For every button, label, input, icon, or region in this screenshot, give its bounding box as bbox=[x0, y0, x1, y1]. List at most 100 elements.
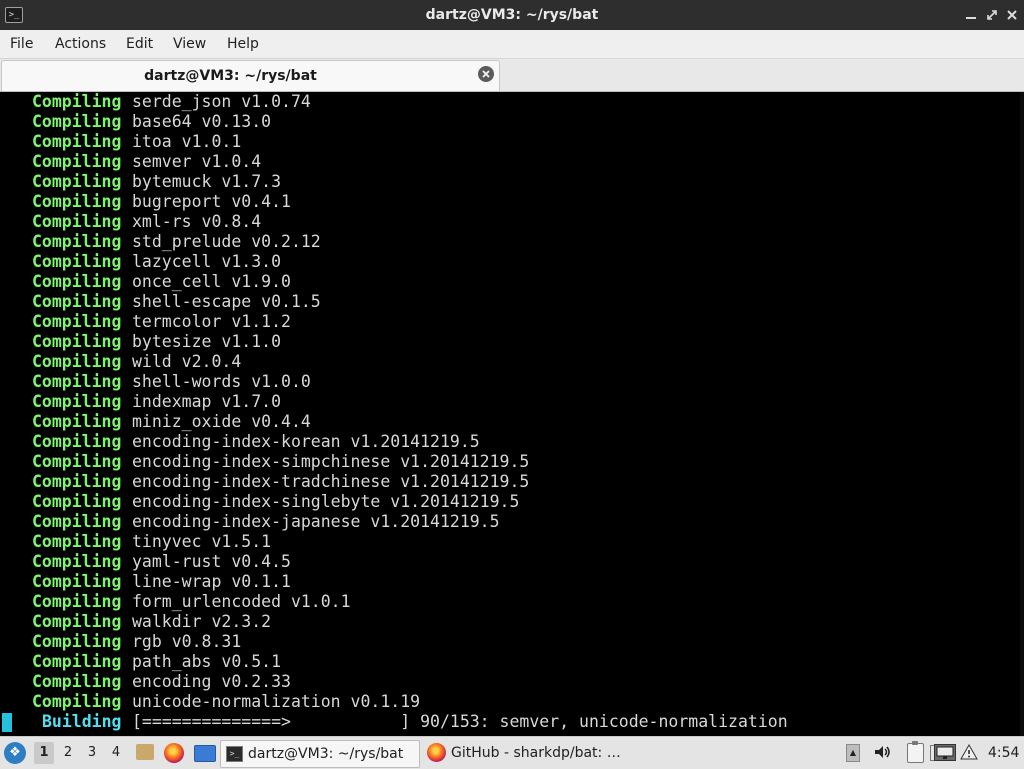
taskbar-task-terminal[interactable]: >_ dartz@VM3: ~/rys/bat bbox=[220, 740, 420, 768]
building-verb: Building bbox=[42, 712, 122, 731]
minimize-button[interactable] bbox=[962, 6, 980, 24]
task-label: dartz@VM3: ~/rys/bat bbox=[248, 746, 404, 762]
crate-name: xml-rs v0.8.4 bbox=[132, 212, 262, 231]
menu-view[interactable]: View bbox=[173, 30, 206, 58]
compile-verb: Compiling bbox=[32, 352, 122, 371]
close-icon bbox=[482, 70, 490, 78]
title-bar: >_ dartz@VM3: ~/rys/bat bbox=[0, 0, 1024, 30]
compile-verb: Compiling bbox=[32, 652, 122, 671]
maximize-icon bbox=[987, 10, 997, 20]
workspace-3[interactable]: 3 bbox=[82, 742, 102, 764]
terminal-line: Compiling wild v2.0.4 bbox=[0, 352, 1024, 372]
terminal-line: Compiling yaml-rust v0.4.5 bbox=[0, 552, 1024, 572]
compile-verb: Compiling bbox=[32, 632, 122, 651]
terminal-line: Compiling itoa v1.0.1 bbox=[0, 132, 1024, 152]
files-icon[interactable] bbox=[136, 744, 154, 760]
firefox-icon bbox=[427, 743, 446, 762]
crate-name: lazycell v1.3.0 bbox=[132, 252, 282, 271]
minimize-icon bbox=[966, 17, 976, 19]
crate-name: encoding-index-korean v1.20141219.5 bbox=[132, 432, 480, 451]
menu-edit[interactable]: Edit bbox=[126, 30, 153, 58]
volume-icon[interactable] bbox=[872, 742, 892, 762]
clipboard-icon[interactable] bbox=[907, 741, 924, 763]
tab-terminal[interactable]: dartz@VM3: ~/rys/bat bbox=[1, 60, 500, 91]
crate-name: bytemuck v1.7.3 bbox=[132, 172, 282, 191]
terminal-line: Compiling form_urlencoded v1.0.1 bbox=[0, 592, 1024, 612]
terminal-output[interactable]: Compiling serde_json v1.0.74 Compiling base… bbox=[0, 92, 1024, 736]
crate-name: wild v2.0.4 bbox=[132, 352, 242, 371]
terminal-line: Compiling encoding-index-tradchinese v1.2… bbox=[0, 472, 1024, 492]
compile-verb: Compiling bbox=[32, 452, 122, 471]
terminal-line: Compiling walkdir v2.3.2 bbox=[0, 612, 1024, 632]
compile-verb: Compiling bbox=[32, 252, 122, 271]
workspace-2[interactable]: 2 bbox=[58, 742, 78, 764]
compile-verb: Compiling bbox=[32, 152, 122, 171]
tab-close-icon[interactable] bbox=[478, 66, 494, 82]
compile-verb: Compiling bbox=[32, 272, 122, 291]
terminal-line: Compiling termcolor v1.1.2 bbox=[0, 312, 1024, 332]
window-title: dartz@VM3: ~/rys/bat bbox=[425, 7, 599, 23]
crate-name: indexmap v1.7.0 bbox=[132, 392, 282, 411]
close-button[interactable] bbox=[1003, 6, 1021, 24]
network-icon[interactable] bbox=[934, 744, 956, 761]
firefox-icon[interactable] bbox=[164, 743, 184, 763]
compile-verb: Compiling bbox=[32, 212, 122, 231]
compile-verb: Compiling bbox=[32, 672, 122, 691]
terminal-line: Compiling rgb v0.8.31 bbox=[0, 632, 1024, 652]
compile-verb: Compiling bbox=[32, 92, 122, 111]
crate-name: rgb v0.8.31 bbox=[132, 632, 242, 651]
terminal-line: Compiling encoding-index-singlebyte v1.20… bbox=[0, 492, 1024, 512]
terminal-line: Compiling indexmap v1.7.0 bbox=[0, 392, 1024, 412]
terminal-line: Compiling semver v1.0.4 bbox=[0, 152, 1024, 172]
compile-verb: Compiling bbox=[32, 492, 122, 511]
crate-name: shell-escape v0.1.5 bbox=[132, 292, 321, 311]
menu-help[interactable]: Help bbox=[227, 30, 259, 58]
crate-name: serde_json v1.0.74 bbox=[132, 92, 311, 111]
crate-name: std_prelude v0.2.12 bbox=[132, 232, 321, 251]
building-progress-line: Building [==============> ] 90/153: semv… bbox=[0, 712, 1024, 732]
compile-verb: Compiling bbox=[32, 112, 122, 131]
terminal-line: Compiling bytesize v1.1.0 bbox=[0, 332, 1024, 352]
taskbar-task-firefox[interactable]: GitHub - sharkdp/bat: … bbox=[422, 740, 621, 766]
start-menu-icon[interactable]: ❖ bbox=[4, 742, 26, 764]
tab-label: dartz@VM3: ~/rys/bat bbox=[144, 68, 317, 84]
compile-verb: Compiling bbox=[32, 292, 122, 311]
terminal-lines: Compiling serde_json v1.0.74 Compiling base… bbox=[0, 92, 1024, 712]
terminal-cursor bbox=[2, 713, 12, 732]
update-icon[interactable] bbox=[960, 743, 978, 761]
compile-verb: Compiling bbox=[32, 432, 122, 451]
crate-name: encoding-index-singlebyte v1.20141219.5 bbox=[132, 492, 520, 511]
crate-name: shell-words v1.0.0 bbox=[132, 372, 311, 391]
terminal-line: Compiling unicode-normalization v0.1.19 bbox=[0, 692, 1024, 712]
menu-actions[interactable]: Actions bbox=[55, 30, 106, 58]
workspace-1[interactable]: 1 bbox=[34, 742, 54, 764]
terminal-line: Compiling std_prelude v0.2.12 bbox=[0, 232, 1024, 252]
clock[interactable]: 4:54 bbox=[988, 737, 1019, 769]
desktop-icon[interactable] bbox=[194, 745, 216, 762]
compile-verb: Compiling bbox=[32, 572, 122, 591]
crate-name: once_cell v1.9.0 bbox=[132, 272, 291, 291]
terminal-line: Compiling tinyvec v1.5.1 bbox=[0, 532, 1024, 552]
compile-verb: Compiling bbox=[32, 312, 122, 331]
crate-name: semver v1.0.4 bbox=[132, 152, 262, 171]
compile-verb: Compiling bbox=[32, 132, 122, 151]
speaker-icon bbox=[875, 746, 890, 758]
compile-verb: Compiling bbox=[32, 392, 122, 411]
warning-icon bbox=[960, 743, 978, 760]
tray-expand-icon[interactable]: ▲ bbox=[846, 744, 860, 762]
terminal-icon: >_ bbox=[226, 746, 243, 762]
terminal-line: Compiling encoding v0.2.33 bbox=[0, 672, 1024, 692]
terminal-scrollbar[interactable] bbox=[1020, 92, 1024, 736]
terminal-line: Compiling encoding-index-simpchinese v1.2… bbox=[0, 452, 1024, 472]
crate-name: bytesize v1.1.0 bbox=[132, 332, 282, 351]
workspace-4[interactable]: 4 bbox=[106, 742, 126, 764]
compile-verb: Compiling bbox=[32, 552, 122, 571]
crate-name: itoa v1.0.1 bbox=[132, 132, 242, 151]
crate-name: yaml-rust v0.4.5 bbox=[132, 552, 291, 571]
compile-verb: Compiling bbox=[32, 532, 122, 551]
compile-verb: Compiling bbox=[32, 512, 122, 531]
terminal-line: Compiling path_abs v0.5.1 bbox=[0, 652, 1024, 672]
terminal-line: Compiling shell-escape v0.1.5 bbox=[0, 292, 1024, 312]
maximize-button[interactable] bbox=[983, 6, 1001, 24]
menu-file[interactable]: File bbox=[10, 30, 33, 58]
